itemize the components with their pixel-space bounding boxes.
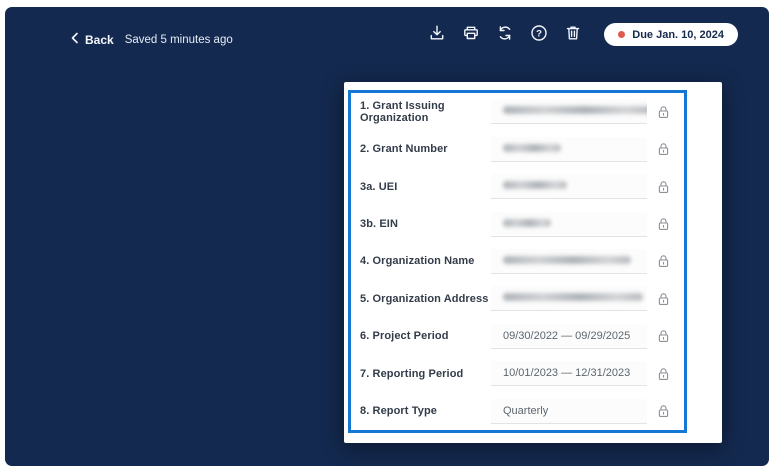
lock-icon [657, 367, 670, 381]
lock-icon [657, 254, 670, 268]
due-date-label: Due Jan. 10, 2024 [632, 28, 724, 41]
form-field-row: 8. Report Type Quarterly [351, 393, 684, 430]
field-label: 5. Organization Address [360, 292, 489, 305]
help-button[interactable]: ? [528, 24, 550, 46]
lock-icon [657, 217, 670, 231]
field-value: 09/30/2022 — 09/29/2025 [503, 329, 631, 342]
field-value-input: 10/01/2023 — 12/31/2023 [491, 361, 647, 387]
field-value-input: Quarterly [491, 398, 647, 424]
lock-icon [657, 180, 670, 194]
lock-icon [657, 142, 670, 156]
field-label: 2. Grant Number [360, 143, 448, 156]
field-label: 6. Project Period [360, 330, 449, 343]
field-label: 3a. UEI [360, 180, 398, 193]
lock-icon [657, 329, 670, 343]
help-icon: ? [529, 23, 549, 46]
back-button[interactable]: Back [70, 32, 114, 47]
lock-icon [657, 404, 670, 418]
redacted-value [503, 255, 631, 264]
field-value [503, 292, 643, 304]
redacted-value [503, 106, 647, 115]
field-value: Quarterly [503, 404, 549, 417]
due-dot-icon [618, 31, 626, 38]
download-icon [427, 23, 447, 46]
form-field-row: 4. Organization Name [351, 243, 684, 280]
sync-icon [495, 23, 515, 46]
field-label: 8. Report Type [360, 405, 437, 418]
form-field-row: 3b. EIN [351, 205, 684, 242]
screen: Back Saved 5 minutes ago ? Due Jan. 10, … [0, 0, 775, 472]
print-button[interactable] [460, 24, 482, 46]
form-field-row: 6. Project Period 09/30/2022 — 09/29/202… [351, 318, 684, 355]
download-button[interactable] [426, 24, 448, 46]
lock-icon [657, 105, 670, 119]
field-value-input [491, 99, 647, 125]
field-value-input [491, 136, 647, 162]
chevron-left-icon [70, 32, 79, 47]
saved-status: Saved 5 minutes ago [124, 33, 233, 46]
field-value-input [491, 286, 647, 312]
field-value-input [491, 211, 647, 237]
field-value: 10/01/2023 — 12/31/2023 [503, 367, 631, 380]
trash-icon [563, 23, 583, 46]
trash-button[interactable] [562, 24, 584, 46]
field-label: 7. Reporting Period [360, 367, 464, 380]
form-field-row: 5. Organization Address [351, 280, 684, 317]
toolbar: Back Saved 5 minutes ago ? Due Jan. 10, … [5, 7, 769, 61]
field-value [503, 143, 561, 155]
form-field-row: 3a. UEI [351, 168, 684, 205]
svg-text:?: ? [536, 28, 542, 39]
redacted-value [503, 181, 567, 190]
field-value [503, 255, 631, 267]
field-value-input [491, 248, 647, 274]
toolbar-actions: ? Due Jan. 10, 2024 [426, 23, 738, 46]
sync-button[interactable] [494, 24, 516, 46]
app-canvas: Back Saved 5 minutes ago ? Due Jan. 10, … [5, 7, 769, 466]
field-value-input [491, 174, 647, 200]
back-group: Back Saved 5 minutes ago [70, 32, 233, 47]
field-label: 4. Organization Name [360, 255, 475, 268]
field-value [503, 218, 551, 230]
form-section-highlight: 1. Grant Issuing Organization 2. Grant N… [348, 90, 687, 433]
field-label: 1. Grant Issuing Organization [360, 99, 445, 124]
print-icon [461, 23, 481, 46]
report-form-card: 1. Grant Issuing Organization 2. Grant N… [344, 82, 722, 443]
field-value-input: 09/30/2022 — 09/29/2025 [491, 323, 647, 349]
redacted-value [503, 143, 561, 152]
field-value [503, 105, 647, 117]
field-value [503, 180, 567, 192]
redacted-value [503, 218, 551, 227]
back-label: Back [85, 32, 114, 47]
field-label: 3b. EIN [360, 218, 398, 231]
form-field-row: 2. Grant Number [351, 130, 684, 167]
form-field-row: 7. Reporting Period 10/01/2023 — 12/31/2… [351, 355, 684, 392]
due-date-badge[interactable]: Due Jan. 10, 2024 [604, 23, 738, 46]
form-field-row: 1. Grant Issuing Organization [351, 93, 684, 130]
redacted-value [503, 293, 643, 302]
lock-icon [657, 292, 670, 306]
